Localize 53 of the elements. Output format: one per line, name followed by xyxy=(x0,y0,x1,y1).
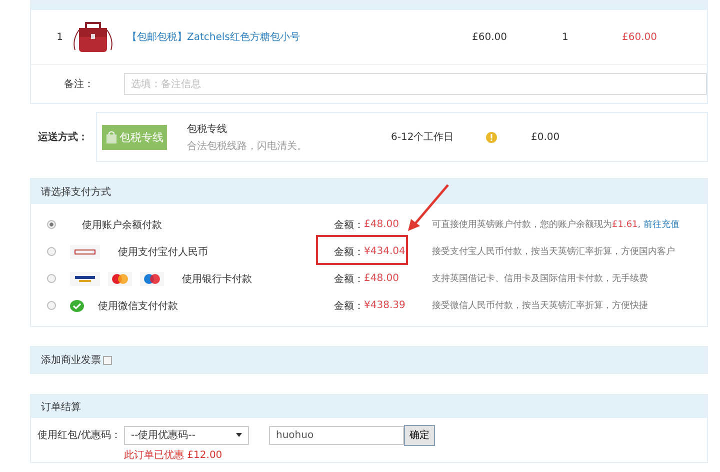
shipping-option-card[interactable]: 包税专线 包税专线 合法包税线路，闪电清关。 6-12个工作日 £0.00 xyxy=(96,112,708,162)
product-link[interactable]: 【包邮包税】Zatchels红色方糖包小号 xyxy=(127,30,472,44)
recharge-link[interactable]: 前往充值 xyxy=(644,220,680,230)
payment-description: 接受支付宝人民币付款，按当天英镑汇率折算，方便国内客户 xyxy=(432,247,675,257)
note-label: 备注： xyxy=(64,78,94,91)
shipping-description: 合法包税线路，闪电清关。 xyxy=(187,140,308,152)
mastercard-logo-icon xyxy=(108,272,132,286)
amount-value: ¥434.04 xyxy=(364,246,406,257)
shopping-bag-icon xyxy=(106,130,116,144)
amount-label: 金额： xyxy=(334,246,364,258)
quantity-cell-text: 1 xyxy=(562,32,570,42)
row-number: 1 xyxy=(56,32,64,42)
payment-description: 支持英国借记卡、信用卡及国际信用卡付款，无手续费 xyxy=(432,274,648,284)
invoice-checkbox[interactable] xyxy=(103,356,112,364)
shipping-badge-text: 包税专线 xyxy=(120,130,164,144)
payment-method-label: 使用支付宝付人民币 xyxy=(118,246,208,258)
amount-value: ¥438.39 xyxy=(364,300,406,311)
settlement-title: 订单结算 xyxy=(41,400,81,414)
discount-note: 此订单已优惠 £12.00 xyxy=(124,448,224,462)
amount-label: 金额： xyxy=(334,218,364,232)
shipping-fee: £0.00 xyxy=(531,132,560,142)
shipping-label: 运送方式： xyxy=(37,130,89,144)
info-icon[interactable] xyxy=(486,132,497,142)
payment-description: 接受微信人民币付款，按当天英镑汇率折算，方便快捷 xyxy=(432,301,648,311)
note-input-field[interactable]: 选填：备注信息 xyxy=(124,73,707,95)
comma-text: , xyxy=(638,220,642,230)
payment-method-label: 使用银行卡付款 xyxy=(182,272,252,286)
payment-method-label: 使用微信支付付款 xyxy=(98,300,178,312)
arrow-drawing xyxy=(406,182,450,232)
coupon-code-field[interactable]: huohuo xyxy=(269,426,404,444)
wechat-check-icon xyxy=(70,300,84,312)
amount-value: £48.00 xyxy=(364,219,399,230)
coupon-dropdown[interactable]: --使用优惠码-- xyxy=(124,426,249,444)
subtotal-cell-text: £60.00 xyxy=(622,32,658,42)
coupon-label: 使用红包/优惠码： xyxy=(36,428,121,442)
radio-button[interactable] xyxy=(47,274,56,283)
radio-button[interactable] xyxy=(47,301,56,310)
amount-label: 金额： xyxy=(334,300,364,312)
amount-label: 金额： xyxy=(334,272,364,286)
confirm-button[interactable]: 确定 xyxy=(404,424,435,446)
payment-title: 请选择支付方式 xyxy=(41,186,111,198)
amount-value: £48.00 xyxy=(364,273,399,284)
caret-icon xyxy=(236,433,242,437)
radio-button[interactable] xyxy=(47,220,56,229)
balance-value: £1.61 xyxy=(612,220,638,230)
invoice-label: 添加商业发票 xyxy=(41,354,101,367)
price-cell-text: £60.00 xyxy=(472,32,508,42)
payment-method-label: 使用账户余额付款 xyxy=(82,218,162,232)
payment-description: 可直接使用英镑账户付款，您的账户余额现为 xyxy=(432,220,612,230)
radio-button[interactable] xyxy=(47,247,56,256)
maestro-logo-icon xyxy=(140,272,164,286)
delivery-time: 6-12个工作日 xyxy=(391,131,455,144)
shipping-name: 包税专线 xyxy=(187,122,228,136)
